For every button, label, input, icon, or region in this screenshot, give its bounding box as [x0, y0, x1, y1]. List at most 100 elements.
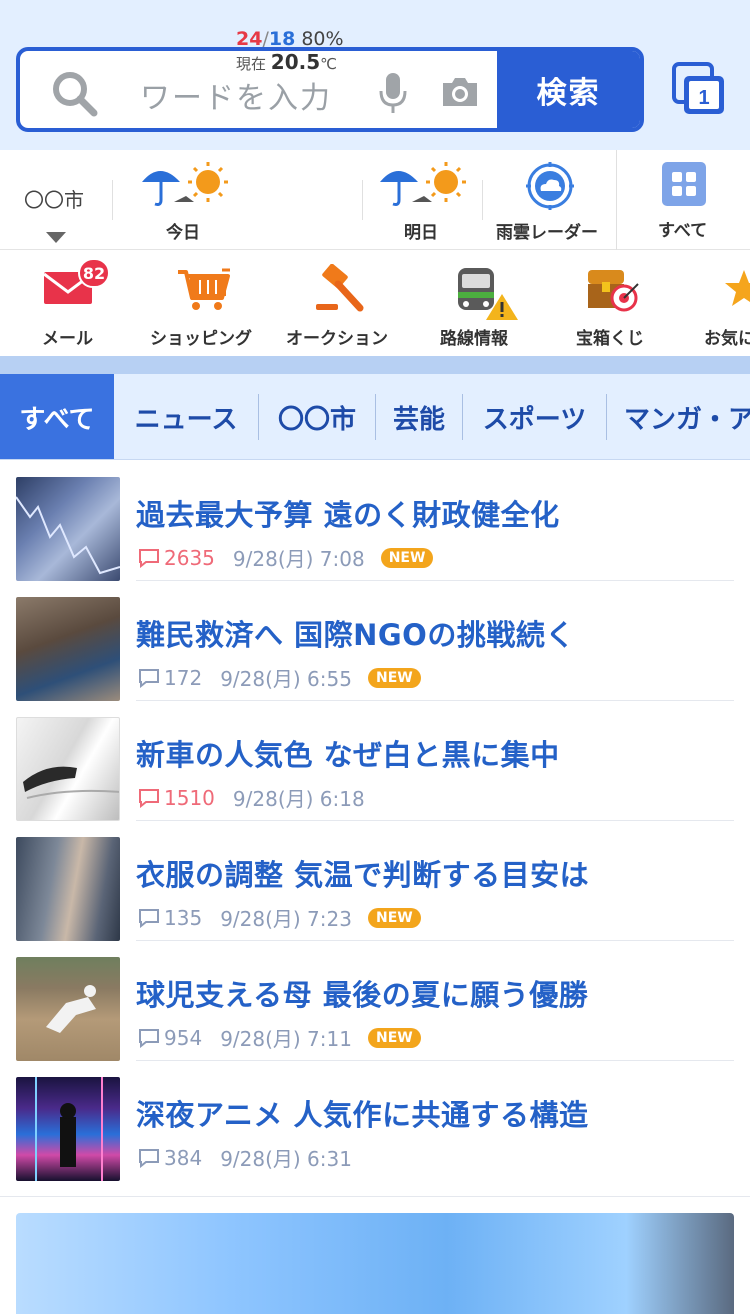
grid-icon[interactable] [662, 162, 706, 206]
divider [482, 180, 483, 220]
rain-then-sun-icon[interactable] [376, 160, 472, 210]
news-headline[interactable]: 深夜アニメ 人気作に共通する構造 [136, 1092, 589, 1134]
news-thumbnail[interactable] [16, 477, 120, 581]
tab-all[interactable]: すべて [0, 374, 114, 459]
news-time: 9/28(月) 6:31 [220, 1147, 352, 1171]
news-meta: 172 9/28(月) 6:55 NEW [138, 663, 421, 692]
comment-icon [139, 668, 159, 688]
divider [616, 150, 617, 250]
rain-then-sun-icon[interactable] [138, 160, 234, 210]
comment-icon [139, 788, 159, 808]
comment-count: 135 [164, 905, 203, 930]
comment-count: 172 [164, 665, 203, 690]
now-label: 現在 [236, 55, 267, 73]
tab-separator [606, 394, 607, 440]
shopping-cart-icon[interactable] [176, 266, 232, 312]
service-mail[interactable]: メール [42, 324, 93, 349]
service-auction[interactable]: オークション [286, 324, 388, 349]
comment-count: 384 [164, 1145, 203, 1170]
now-unit: ℃ [320, 55, 338, 73]
news-headline[interactable]: 球児支える母 最後の夏に願う優勝 [136, 972, 588, 1014]
new-badge: NEW [367, 1027, 421, 1048]
news-time: 9/28(月) 7:08 [232, 547, 365, 571]
service-favorites[interactable]: お気に [704, 324, 750, 349]
news-meta: 135 9/28(月) 7:23 NEW [138, 903, 421, 932]
divider [362, 180, 363, 220]
news-item[interactable]: 深夜アニメ 人気作に共通する構造 384 9/28(月) 6:31 [0, 1060, 750, 1181]
news-thumbnail[interactable] [16, 597, 120, 701]
news-item[interactable]: 新車の人気色 なぜ白と黒に集中 1510 9/28(月) 6:18 [0, 700, 750, 821]
news-thumbnail[interactable] [16, 957, 120, 1061]
divider [112, 180, 113, 220]
news-headline[interactable]: 衣服の調整 気温で判断する目安は [136, 852, 589, 894]
search-header: ワードを入力 検索 1 [0, 0, 750, 150]
city-selector[interactable]: 〇〇市 [24, 184, 84, 213]
comment-icon [139, 1148, 159, 1168]
news-meta: 1510 9/28(月) 6:18 [138, 783, 365, 812]
all-services-label[interactable]: すべて [658, 216, 707, 241]
news-item[interactable]: 過去最大予算 遠のく財政健全化 2635 9/28(月) 7:08 NEW [0, 460, 750, 581]
service-shopping[interactable]: ショッピング [150, 324, 252, 349]
star-icon[interactable] [724, 268, 750, 308]
tabs-icon[interactable]: 1 [672, 62, 726, 116]
list-divider [0, 1196, 750, 1197]
new-badge: NEW [367, 667, 421, 688]
comment-count: 1510 [164, 785, 215, 810]
tab-city[interactable]: 〇〇市 [259, 374, 375, 459]
tab-manga[interactable]: マンガ・ア [608, 374, 750, 459]
new-badge: NEW [380, 547, 434, 568]
rain-radar-label[interactable]: 雨雲レーダー [496, 218, 598, 243]
search-button[interactable]: 検索 [496, 51, 640, 128]
news-thumbnail[interactable] [16, 837, 120, 941]
temp-low: 18 [268, 28, 296, 50]
train-warning-icon[interactable] [454, 264, 520, 322]
news-item[interactable]: 難民救済へ 国際NGOの挑戦続く 172 9/28(月) 6:55 NEW [0, 580, 750, 701]
microphone-icon[interactable] [378, 71, 408, 115]
comment-icon [139, 908, 159, 928]
news-time: 9/28(月) 7:11 [220, 1027, 352, 1051]
news-item[interactable]: 衣服の調整 気温で判断する目安は 135 9/28(月) 7:23 NEW [0, 820, 750, 941]
news-headline[interactable]: 過去最大予算 遠のく財政健全化 [136, 492, 560, 534]
news-thumbnail[interactable] [16, 1077, 120, 1181]
news-headline[interactable]: 新車の人気色 なぜ白と黒に集中 [136, 732, 560, 774]
camera-icon[interactable] [440, 75, 480, 109]
promo-banner[interactable] [16, 1213, 734, 1314]
rain-radar-icon[interactable] [526, 162, 574, 210]
now-value: 20.5 [270, 50, 321, 74]
rain-chance: 80% [301, 28, 344, 50]
news-meta: 384 9/28(月) 6:31 [138, 1143, 352, 1172]
news-item[interactable]: 球児支える母 最後の夏に願う優勝 954 9/28(月) 7:11 NEW [0, 940, 750, 1061]
service-transit[interactable]: 路線情報 [440, 324, 508, 349]
auction-gavel-icon[interactable] [314, 264, 366, 314]
weather-bar: 〇〇市 [0, 150, 750, 250]
temp-high: 24 [236, 28, 263, 50]
tab-entertainment[interactable]: 芸能 [376, 374, 462, 459]
tab-sports[interactable]: スポーツ [463, 374, 606, 459]
news-meta: 954 9/28(月) 7:11 NEW [138, 1023, 421, 1052]
comment-count: 2635 [164, 545, 215, 570]
search-icon [53, 72, 98, 117]
news-meta: 2635 9/28(月) 7:08 NEW [138, 543, 434, 572]
tomorrow-label[interactable]: 明日 [404, 218, 438, 243]
section-divider [0, 356, 750, 374]
treasure-box-icon[interactable] [586, 266, 640, 314]
today-label[interactable]: 今日 [166, 218, 200, 243]
chevron-down-icon[interactable] [46, 232, 66, 243]
new-badge: NEW [367, 907, 421, 928]
mail-unread-badge: 82 [78, 258, 110, 288]
news-thumbnail[interactable] [16, 717, 120, 821]
news-time: 9/28(月) 7:23 [220, 907, 352, 931]
tab-news[interactable]: ニュース [114, 374, 258, 459]
service-lottery[interactable]: 宝箱くじ [576, 324, 644, 349]
comment-count: 954 [164, 1025, 203, 1050]
news-headline[interactable]: 難民救済へ 国際NGOの挑戦続く [136, 612, 575, 654]
news-time: 9/28(月) 6:18 [232, 787, 365, 811]
tab-count: 1 [698, 87, 709, 109]
search-placeholder: ワードを入力 [140, 81, 332, 116]
current-temperature: 現在 20.5℃ [236, 50, 337, 74]
news-time: 9/28(月) 6:55 [220, 667, 352, 691]
comment-icon [139, 548, 159, 568]
category-tabs: すべて ニュース 〇〇市 芸能 スポーツ マンガ・ア [0, 374, 750, 460]
comment-icon [139, 1028, 159, 1048]
today-temperature: 24/18 80% [236, 28, 344, 50]
